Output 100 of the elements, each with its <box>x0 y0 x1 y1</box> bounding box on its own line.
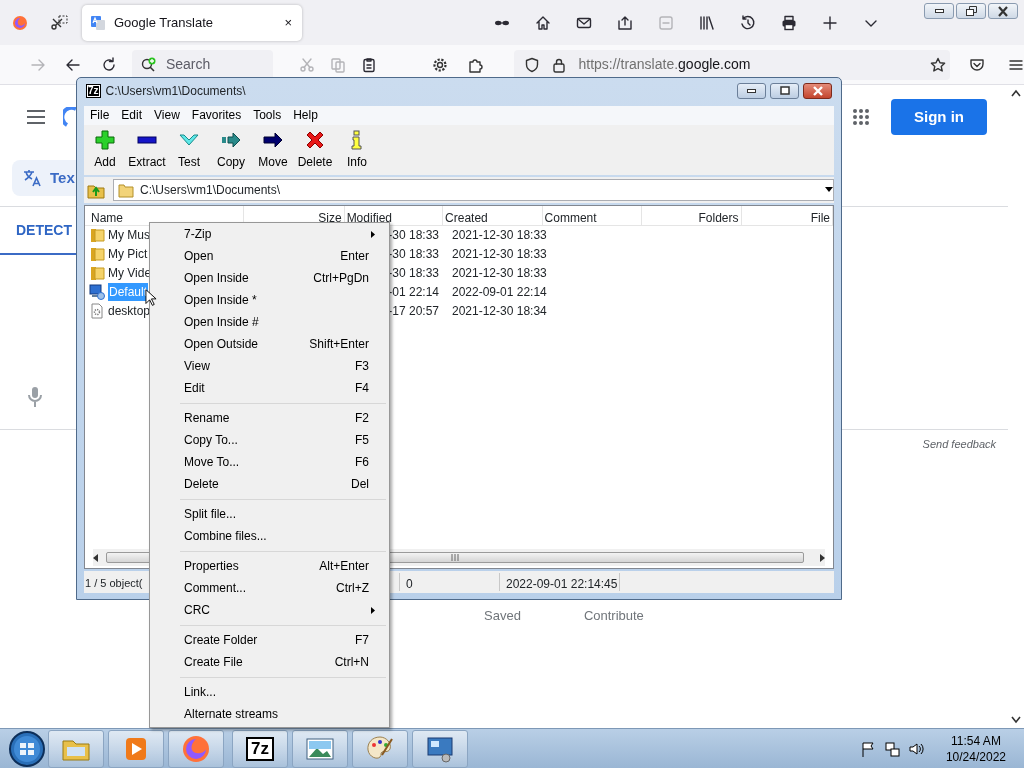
library-icon[interactable] <box>699 14 715 31</box>
printer-icon[interactable] <box>781 14 797 31</box>
menu-item[interactable]: Combine files... <box>150 525 389 547</box>
menu-item[interactable]: Help <box>287 106 324 125</box>
home-icon[interactable] <box>535 14 551 31</box>
scroll-right-icon[interactable] <box>819 553 825 562</box>
menu-item[interactable]: Open Outside Shift+Enter <box>150 333 389 355</box>
menu-item[interactable]: Split file... <box>150 503 389 525</box>
file-name[interactable]: My Mus <box>108 226 150 245</box>
minimize-icon <box>934 9 944 13</box>
puzzle-icon[interactable] <box>468 56 485 73</box>
dropdown-icon[interactable] <box>825 187 833 193</box>
menu-item[interactable]: View <box>148 106 186 125</box>
lock-icon <box>552 56 567 73</box>
column-header[interactable]: Created <box>445 210 488 225</box>
screenshot-icon[interactable] <box>50 14 68 31</box>
close-button[interactable]: × <box>284 12 292 33</box>
file-name[interactable]: My Pict <box>108 245 148 264</box>
menu-item[interactable]: Alternate streams <box>150 703 389 725</box>
table-cell: 2022-09-01 22:14 <box>452 285 547 300</box>
star-icon[interactable] <box>930 56 946 73</box>
menu-item[interactable]: Open Inside Ctrl+PgDn <box>150 267 389 289</box>
start-button[interactable] <box>6 729 48 768</box>
scroll-left-icon[interactable] <box>93 553 99 562</box>
column-header[interactable]: Name <box>91 210 123 225</box>
column-header[interactable]: Comment <box>544 210 597 225</box>
scroll-up-icon[interactable] <box>1011 89 1021 97</box>
menu-item[interactable]: File <box>84 106 116 125</box>
page-link[interactable]: Saved <box>484 605 521 625</box>
taskbar-button[interactable]: 7z <box>232 729 288 768</box>
menu-item[interactable]: Edit <box>115 106 149 125</box>
menu-item[interactable]: Rename F2 <box>150 407 389 429</box>
clipboard-icon[interactable] <box>361 56 378 73</box>
table-cell: 2021-12-30 18:33 <box>452 266 547 281</box>
menu-item[interactable]: Properties Alt+Enter <box>150 555 389 577</box>
toolbar-button[interactable]: Move <box>252 129 294 171</box>
speaker-icon[interactable] <box>907 740 924 757</box>
share-icon[interactable] <box>617 14 633 31</box>
toolbar-button[interactable]: Test <box>168 129 210 171</box>
reload-icon[interactable] <box>101 56 118 73</box>
toolbar-button[interactable]: Extract <box>126 129 168 171</box>
restore-button[interactable] <box>956 3 986 19</box>
text-mode-tab[interactable]: Tex <box>12 160 76 196</box>
toolbar-button[interactable]: Info <box>336 129 378 171</box>
maximize-icon <box>779 86 790 96</box>
column-header[interactable]: Size <box>318 210 342 225</box>
taskbar-button[interactable] <box>292 729 348 768</box>
toolbar-button[interactable]: Copy <box>210 129 252 171</box>
maximize-button[interactable] <box>770 82 799 99</box>
close-button[interactable] <box>803 82 832 99</box>
language-tab[interactable]: DETECT <box>16 219 72 241</box>
toolbar-button[interactable]: Add <box>84 129 126 171</box>
path-field[interactable]: C:\Users\vm1\Documents\ <box>113 178 834 201</box>
plus-icon[interactable] <box>822 14 838 31</box>
send-feedback-link[interactable]: Send feedback <box>922 436 996 453</box>
menu-item[interactable]: Comment... Ctrl+Z <box>150 577 389 599</box>
history-icon[interactable] <box>740 14 756 31</box>
menu-item[interactable]: 7-Zip <box>150 223 389 245</box>
tab-title: Google Translate <box>114 13 214 32</box>
sign-in-button[interactable]: Sign in <box>891 99 987 135</box>
menu-item[interactable]: View F3 <box>150 355 389 377</box>
microphone-icon[interactable] <box>27 386 43 408</box>
apps-icon[interactable] <box>852 108 870 126</box>
column-header[interactable]: Modified <box>346 210 392 225</box>
clock[interactable]: 11:54 AM 10/24/2022 <box>945 732 1006 765</box>
file-name[interactable]: desktop <box>108 302 151 321</box>
menu-item[interactable]: Favorites <box>185 106 248 125</box>
menu-item[interactable]: Create Folder F7 <box>150 629 389 651</box>
flag-icon[interactable] <box>859 740 876 757</box>
column-header[interactable]: File <box>810 210 830 225</box>
address-bar[interactable]: https://translate.google.com <box>514 49 950 80</box>
menu-item[interactable]: Copy To... F5 <box>150 429 389 451</box>
search-input[interactable]: Search <box>163 53 264 76</box>
menu-item[interactable]: Delete Del <box>150 473 389 495</box>
firefox-icon[interactable] <box>12 14 28 31</box>
menu-item[interactable]: CRC <box>150 599 389 621</box>
menu-item[interactable]: Open Enter <box>150 245 389 267</box>
menu-item[interactable]: Link... <box>150 681 389 703</box>
search-field[interactable]: Search <box>131 49 274 80</box>
menu-item[interactable]: Move To... F6 <box>150 451 389 473</box>
taskbar-button[interactable] <box>412 729 468 768</box>
pocket-icon[interactable] <box>969 56 985 73</box>
minimize-button[interactable] <box>737 82 766 99</box>
menu-item[interactable]: Create File Ctrl+N <box>150 651 389 673</box>
menu-item[interactable]: Edit F4 <box>150 377 389 399</box>
settings-icon[interactable] <box>432 56 449 73</box>
column-header[interactable]: Folders <box>698 210 739 225</box>
scroll-down-icon[interactable] <box>1011 716 1021 724</box>
close-button[interactable] <box>988 3 1018 19</box>
taskbar-button[interactable] <box>108 729 164 768</box>
browser-tab[interactable]: Google Translate × <box>82 4 302 41</box>
taskbar-button[interactable] <box>352 729 408 768</box>
network-icon[interactable] <box>883 740 900 757</box>
taskbar-button[interactable] <box>168 729 224 768</box>
minimize-button[interactable] <box>924 3 954 19</box>
toolbar-button[interactable]: Delete <box>294 129 336 171</box>
folder-icon <box>89 246 105 263</box>
menu-item[interactable]: Open Inside # <box>150 311 389 333</box>
page-link[interactable]: Contribute <box>583 605 644 625</box>
menu-item[interactable]: Tools <box>247 106 288 125</box>
